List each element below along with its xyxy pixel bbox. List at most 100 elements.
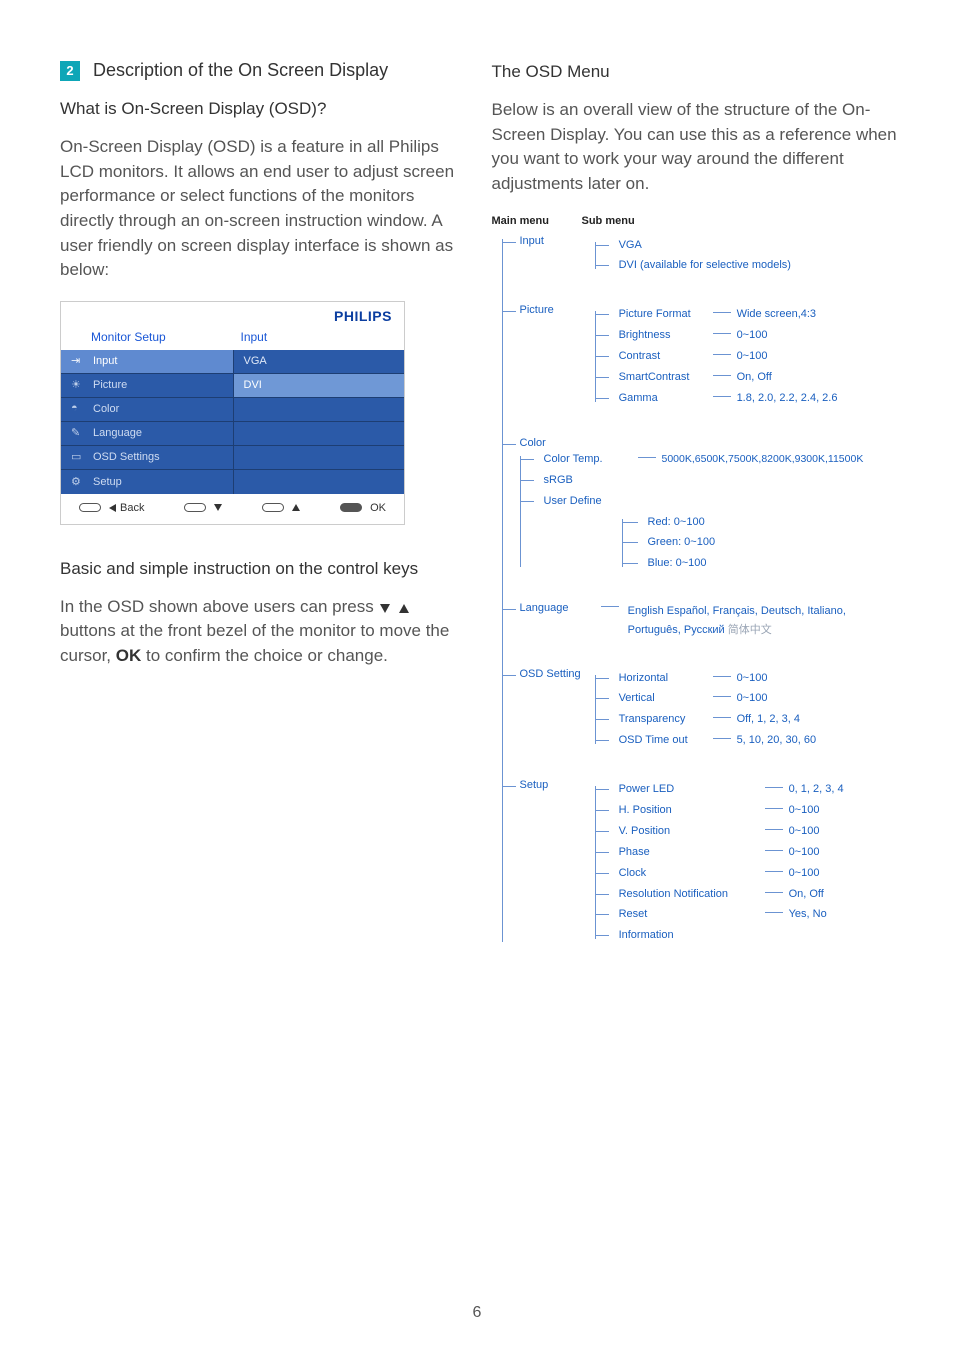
tree-value: 0~100 bbox=[789, 867, 820, 879]
tree-row: Vertical 0~100 bbox=[609, 688, 817, 709]
tree-row: Power LED0, 1, 2, 3, 4 bbox=[609, 779, 844, 800]
tree-value: 0~100 bbox=[789, 804, 820, 816]
tree-row: V. Position 0~100 bbox=[609, 821, 844, 842]
tree-row: Information bbox=[609, 925, 844, 946]
osd-down-group bbox=[184, 503, 222, 512]
tree-value: On, Off bbox=[737, 371, 772, 383]
up-arrow-icon bbox=[292, 504, 300, 511]
tree-sub-label: Transparency bbox=[619, 709, 707, 730]
dash-icon bbox=[713, 354, 731, 355]
osd-sub-vga: VGA bbox=[234, 350, 405, 374]
tree-sub-label: Clock bbox=[619, 863, 759, 884]
dash-icon bbox=[713, 717, 731, 718]
tree-sub-label: User Define bbox=[544, 491, 632, 512]
osd-menu-osd-settings: ▭OSD Settings bbox=[61, 446, 233, 470]
tree-value: 0~100 bbox=[737, 329, 768, 341]
right-column: The OSD Menu Below is an overall view of… bbox=[492, 60, 900, 946]
dash-icon bbox=[638, 457, 656, 458]
osd-menu-input: ⇥Input bbox=[61, 350, 233, 374]
tree-value: English Español, Français, Deutsch, Ital… bbox=[628, 605, 846, 617]
tree-sub-label: Contrast bbox=[619, 346, 707, 367]
osd-sub-menu: VGA DVI bbox=[233, 350, 405, 494]
osd-header-left: Monitor Setup bbox=[61, 330, 233, 344]
section-number-box: 2 bbox=[60, 61, 80, 81]
page-number: 6 bbox=[0, 1304, 954, 1322]
osd-main-menu: ⇥Input ☀Picture ◓ Color ✎Language ▭OSD Se… bbox=[61, 350, 233, 494]
picture-icon: ☀ bbox=[71, 378, 85, 392]
tree-row: SmartContrast On, Off bbox=[609, 367, 838, 388]
sub-spine bbox=[595, 675, 596, 745]
tree-value: 0~100 bbox=[789, 846, 820, 858]
page: 2 Description of the On Screen Display W… bbox=[0, 0, 954, 946]
tree-value: 0, 1, 2, 3, 4 bbox=[789, 783, 844, 795]
tree-color-label: Color bbox=[520, 437, 592, 449]
tree-row: Brightness0~100 bbox=[609, 325, 838, 346]
pill-icon bbox=[79, 503, 101, 512]
dash-icon bbox=[765, 871, 783, 872]
osd-up-group bbox=[262, 503, 300, 512]
philips-logo: PHILIPS bbox=[334, 308, 392, 324]
input-icon: ⇥ bbox=[71, 354, 85, 368]
tree-value: 1.8, 2.0, 2.2, 2.4, 2.6 bbox=[737, 392, 838, 404]
osd-menu-intro: Below is an overall view of the structur… bbox=[492, 98, 900, 197]
tree-sub-label: V. Position bbox=[619, 821, 759, 842]
tree-language-label: Language bbox=[520, 602, 592, 614]
pill-icon bbox=[340, 503, 362, 512]
tree-osd-label: OSD Setting bbox=[520, 668, 592, 680]
osd-ok-label: OK bbox=[370, 502, 386, 514]
ok-bold: OK bbox=[116, 646, 142, 665]
tree-column-headings: Main menu Sub menu bbox=[492, 215, 900, 227]
tree-value: Red: 0~100 bbox=[648, 516, 705, 528]
osd-bottom-bar: Back OK bbox=[61, 494, 404, 524]
left-column: 2 Description of the On Screen Display W… bbox=[60, 60, 468, 946]
tree-sub-label: sRGB bbox=[544, 470, 632, 491]
tree-osd-sub: Horizontal0~100 Vertical 0~100 Transparen… bbox=[595, 668, 817, 752]
tree-sub-label: Information bbox=[619, 925, 759, 946]
osd-menu-language: ✎Language bbox=[61, 422, 233, 446]
osd-topbar: PHILIPS bbox=[61, 302, 404, 328]
osd-menu-label: Setup bbox=[93, 476, 122, 488]
osd-body: ⇥Input ☀Picture ◓ Color ✎Language ▭OSD Se… bbox=[61, 350, 404, 494]
tree-row: Color Temp.5000K,6500K,7500K,8200K,9300K… bbox=[534, 449, 864, 470]
tree-picture-sub: Picture FormatWide screen,4:3 Brightness… bbox=[595, 304, 838, 408]
tree-sub-label: SmartContrast bbox=[619, 367, 707, 388]
tree-value: Wide screen,4:3 bbox=[737, 308, 816, 320]
osd-menu-heading: The OSD Menu bbox=[492, 62, 900, 82]
section-title-text: Description of the On Screen Display bbox=[93, 60, 388, 80]
tree-color-userdefine: Red: 0~100 Green: 0~100 Blue: 0~100 bbox=[622, 512, 864, 575]
sub-spine bbox=[520, 456, 521, 567]
tree-sub-label: Vertical bbox=[619, 688, 707, 709]
osd-menu-label: Color bbox=[93, 403, 119, 415]
dash-icon bbox=[765, 850, 783, 851]
tree-picture-label: Picture bbox=[520, 304, 592, 316]
osd-sub-empty bbox=[234, 422, 405, 446]
down-arrow-icon bbox=[214, 504, 222, 511]
osd-sub-label: VGA bbox=[244, 355, 267, 367]
back-arrow-icon bbox=[109, 504, 116, 512]
tree-sub-label: Color Temp. bbox=[544, 449, 632, 470]
osd-settings-icon: ▭ bbox=[71, 450, 85, 464]
tree-heading-main: Main menu bbox=[492, 215, 582, 227]
tree-heading-sub: Sub menu bbox=[582, 215, 635, 227]
osd-back-group: Back bbox=[79, 502, 144, 514]
tree-input-label: Input bbox=[520, 235, 592, 247]
osd-screenshot: PHILIPS Monitor Setup Input ⇥Input ☀Pict… bbox=[60, 301, 405, 525]
tree-row: Horizontal0~100 bbox=[609, 668, 817, 689]
down-triangle-icon bbox=[380, 604, 390, 613]
tree-value: 0~100 bbox=[737, 692, 768, 704]
dash-icon bbox=[713, 676, 731, 677]
color-icon: ◓ bbox=[71, 402, 85, 416]
what-is-osd-heading: What is On-Screen Display (OSD)? bbox=[60, 99, 468, 119]
tree-value: 0~100 bbox=[789, 825, 820, 837]
tree-value: 0~100 bbox=[737, 350, 768, 362]
pill-icon bbox=[184, 503, 206, 512]
osd-menu-label: Language bbox=[93, 427, 142, 439]
tree-input: Input VGA DVI (available for selective m… bbox=[502, 235, 900, 277]
tree-value: Blue: 0~100 bbox=[648, 557, 707, 569]
osd-menu-color: ◓ Color bbox=[61, 398, 233, 422]
dash-icon bbox=[713, 738, 731, 739]
dash-icon bbox=[713, 312, 731, 313]
control-keys-paragraph: In the OSD shown above users can press b… bbox=[60, 595, 468, 669]
tree-setup: Setup Power LED0, 1, 2, 3, 4 H. Position… bbox=[502, 779, 900, 946]
osd-menu-picture: ☀Picture bbox=[61, 374, 233, 398]
